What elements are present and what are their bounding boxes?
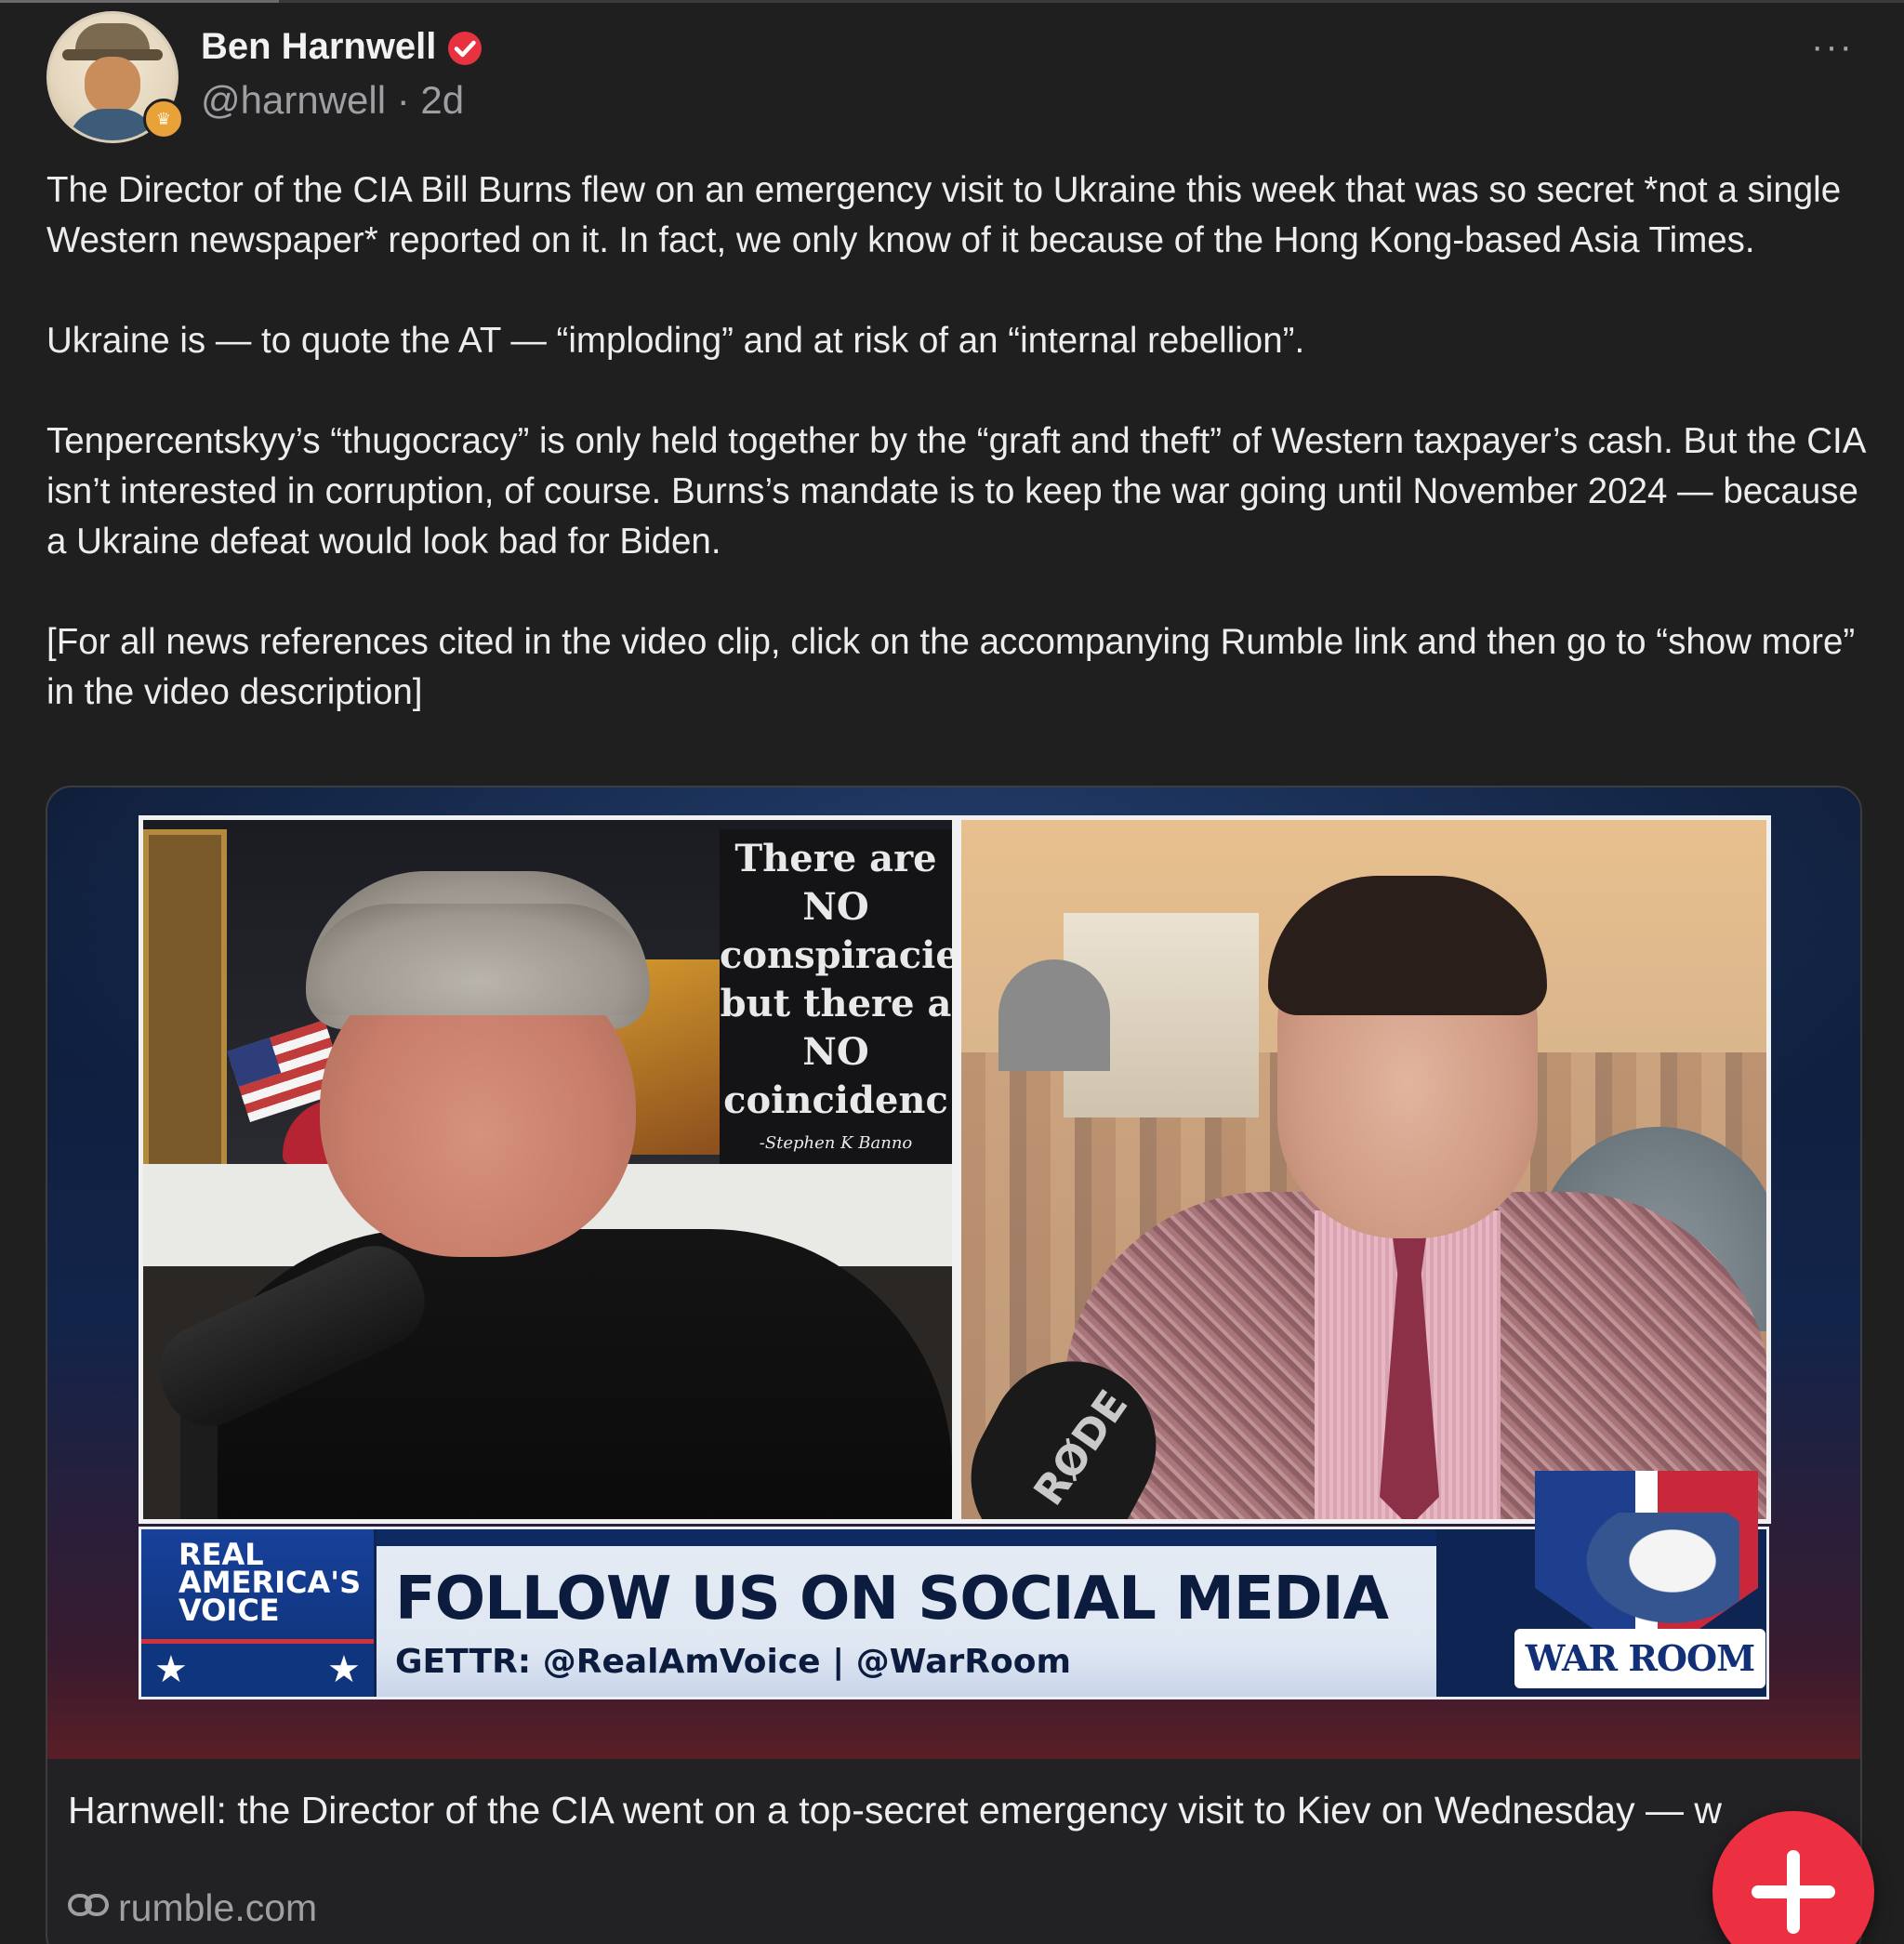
verified-badge-icon bbox=[448, 32, 482, 65]
banner-title: FOLLOW US ON SOCIAL MEDIA bbox=[395, 1565, 1389, 1633]
post-paragraph: Tenpercentskyy’s “thugocracy” is only he… bbox=[46, 421, 1865, 562]
link-icon bbox=[68, 1888, 109, 1928]
banner-text-area: FOLLOW US ON SOCIAL MEDIA GETTR: @RealAm… bbox=[377, 1529, 1436, 1697]
post-paragraph: Ukraine is — to quote the AT — “implodin… bbox=[46, 321, 1305, 361]
post-paragraph: The Director of the CIA Bill Burns flew … bbox=[46, 170, 1842, 260]
star-icon: ★ bbox=[327, 1649, 361, 1690]
left-video-panel: There are NO conspiracie but there a NO … bbox=[139, 815, 957, 1524]
author-handle-line[interactable]: @harnwell · 2d bbox=[201, 78, 464, 123]
link-title[interactable]: Harnwell: the Director of the CIA went o… bbox=[68, 1784, 1853, 1836]
eagle-icon bbox=[1572, 1513, 1739, 1633]
banner-subtitle: GETTR: @RealAmVoice | @WarRoom bbox=[395, 1643, 1071, 1681]
link-domain: rumble.com bbox=[118, 1886, 318, 1929]
show-logo: WAR ROOM bbox=[1514, 1629, 1765, 1688]
more-options-icon[interactable]: ··· bbox=[1811, 28, 1854, 65]
post-view: ♛ Ben Harnwell @harnwell · 2d ··· The Di… bbox=[0, 0, 1904, 1944]
crown-badge-icon: ♛ bbox=[143, 99, 184, 139]
link-domain-row[interactable]: rumble.com bbox=[68, 1886, 317, 1930]
post-age: 2d bbox=[420, 78, 465, 122]
right-video-panel: RØDE bbox=[957, 815, 1771, 1524]
author-name[interactable]: Ben Harnwell bbox=[201, 26, 436, 68]
meta-separator: · bbox=[396, 78, 410, 122]
link-preview-card[interactable]: There are NO conspiracie but there a NO … bbox=[46, 786, 1862, 1944]
star-icon: ★ bbox=[154, 1649, 188, 1690]
post-paragraph: [For all news references cited in the vi… bbox=[46, 622, 1856, 712]
quote-sign: There are NO conspiracie but there a NO … bbox=[720, 829, 952, 1170]
video-thumbnail[interactable]: There are NO conspiracie but there a NO … bbox=[47, 787, 1860, 1759]
top-divider bbox=[0, 0, 1904, 3]
author-handle[interactable]: @harnwell bbox=[201, 78, 386, 122]
post-body: The Director of the CIA Bill Burns flew … bbox=[46, 165, 1869, 768]
network-logo: REAL AMERICA'S VOICE ★ ★ bbox=[141, 1529, 374, 1697]
